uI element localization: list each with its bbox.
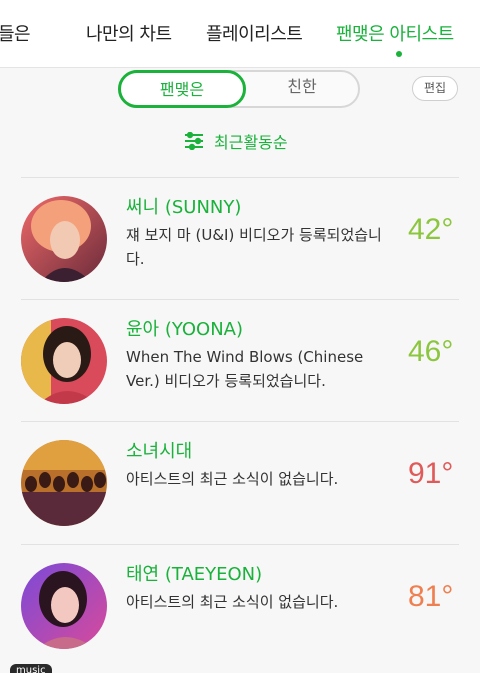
artist-row[interactable]: 소녀시대 아티스트의 최근 소식이 없습니다. 91° bbox=[0, 423, 480, 543]
artist-name[interactable]: 태연 (TAEYEON) bbox=[126, 560, 262, 586]
tab-listened[interactable]: 들은 bbox=[0, 20, 31, 46]
fan-temperature: 46° bbox=[408, 335, 454, 368]
fan-temperature: 91° bbox=[408, 457, 454, 490]
artist-name[interactable]: 윤아 (YOONA) bbox=[126, 315, 243, 341]
fan-toggle: 팬맺은 친한 bbox=[118, 70, 360, 108]
artist-row[interactable]: 태연 (TAEYEON) 아티스트의 최근 소식이 없습니다. 81° bbox=[0, 546, 480, 666]
fan-temperature: 42° bbox=[408, 213, 454, 246]
toggle-friend-button[interactable]: 친한 bbox=[246, 70, 358, 108]
artist-name[interactable]: 소녀시대 bbox=[126, 437, 192, 463]
fan-temperature: 81° bbox=[408, 580, 454, 613]
artist-avatar-yoona[interactable] bbox=[21, 318, 107, 404]
artist-news: 아티스트의 최근 소식이 없습니다. bbox=[126, 470, 339, 488]
artist-row[interactable]: 써니 (SUNNY) 쟤 보지 마 (U&I) 비디오가 등록되었습니다. 42… bbox=[0, 179, 480, 299]
sort-button[interactable]: 최근활동순 bbox=[184, 128, 288, 154]
divider bbox=[21, 544, 459, 545]
artist-news: 쟤 보지 마 (U&I) 비디오가 등록되었습니다. bbox=[126, 226, 382, 268]
divider bbox=[21, 299, 459, 300]
tab-playlist[interactable]: 플레이리스트 bbox=[206, 20, 303, 46]
artist-news: When The Wind Blows (Chinese Ver.) 비디오가 … bbox=[126, 348, 364, 390]
sort-label: 최근활동순 bbox=[214, 133, 288, 152]
artist-avatar-taeyeon[interactable] bbox=[21, 563, 107, 649]
top-tab-bar: 들은 나만의 차트 플레이리스트 팬맺은 아티스트 bbox=[0, 0, 480, 68]
tab-my-chart[interactable]: 나만의 차트 bbox=[86, 20, 172, 46]
artist-avatar-sunny[interactable] bbox=[21, 196, 107, 282]
divider bbox=[21, 421, 459, 422]
edit-button[interactable]: 편집 bbox=[412, 76, 458, 101]
active-tab-indicator bbox=[396, 51, 402, 57]
artist-news: 아티스트의 최근 소식이 없습니다. bbox=[126, 593, 339, 611]
artist-avatar-girls-generation[interactable] bbox=[21, 440, 107, 526]
tab-fan-artists[interactable]: 팬맺은 아티스트 bbox=[336, 20, 454, 46]
artist-row[interactable]: 윤아 (YOONA) When The Wind Blows (Chinese … bbox=[0, 301, 480, 421]
toggle-fan-button[interactable]: 팬맺은 bbox=[118, 70, 246, 108]
divider bbox=[21, 177, 459, 178]
music-badge: music bbox=[10, 664, 52, 673]
filter-sliders-icon bbox=[185, 132, 203, 150]
artist-name[interactable]: 써니 (SUNNY) bbox=[126, 193, 241, 219]
